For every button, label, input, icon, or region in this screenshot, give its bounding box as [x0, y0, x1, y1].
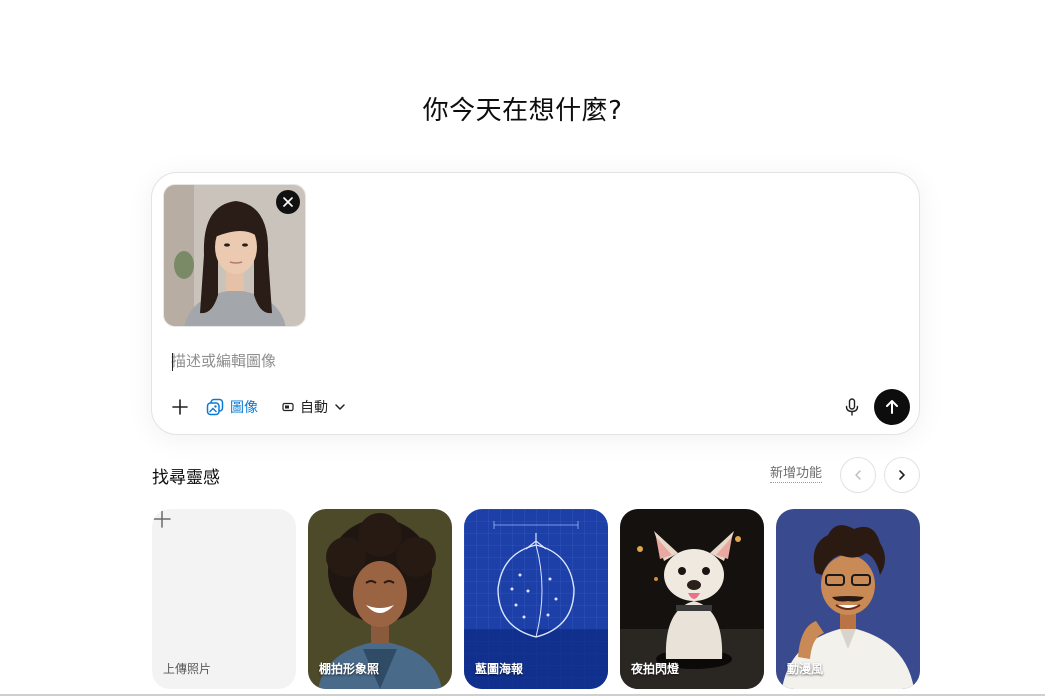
card-label: 夜拍閃燈: [631, 662, 680, 676]
carousel-next-button[interactable]: [884, 457, 920, 493]
plus-icon: [172, 399, 188, 415]
upload-photo-card[interactable]: 上傳照片: [152, 509, 296, 689]
prompt-input[interactable]: [171, 349, 871, 373]
image-icon: [206, 398, 224, 416]
chevron-right-icon: [899, 470, 905, 480]
arrow-up-icon: [886, 400, 898, 414]
card-label: 棚拍形象照: [319, 662, 380, 676]
blueprint-poster-card[interactable]: 藍圖海報: [464, 509, 608, 689]
close-icon: [283, 197, 293, 207]
send-button[interactable]: [874, 389, 910, 425]
remove-image-button[interactable]: [276, 190, 300, 214]
microphone-icon: [845, 398, 859, 416]
studio-portrait-card[interactable]: 棚拍形象照: [308, 509, 452, 689]
plus-icon: [153, 510, 171, 528]
card-label: 藍圖海報: [475, 662, 524, 676]
prompt-composer: 圖像 自動: [151, 172, 920, 435]
aspect-ratio-dropdown[interactable]: 自動: [282, 395, 346, 419]
new-features-link[interactable]: 新增功能: [770, 466, 823, 483]
aspect-ratio-icon: [282, 402, 294, 412]
aspect-ratio-label: 自動: [300, 400, 328, 416]
carousel-prev-button[interactable]: [840, 457, 876, 493]
add-attachment-button[interactable]: [168, 395, 192, 419]
voice-input-button[interactable]: [840, 395, 864, 419]
chevron-left-icon: [855, 470, 861, 480]
image-tool-label: 圖像: [230, 400, 258, 416]
card-label: 動漫風: [787, 662, 824, 676]
image-tool-button[interactable]: 圖像: [206, 395, 258, 419]
chevron-down-icon: [335, 404, 345, 410]
attached-image-thumbnail[interactable]: [163, 184, 306, 327]
anime-style-card[interactable]: 動漫風: [776, 509, 920, 689]
page-headline: 你今天在想什麼?: [422, 96, 623, 126]
night-flash-card[interactable]: 夜拍閃燈: [620, 509, 764, 689]
card-label: 上傳照片: [163, 662, 212, 676]
inspiration-section-title: 找尋靈感: [152, 468, 220, 488]
text-caret: [172, 353, 173, 371]
